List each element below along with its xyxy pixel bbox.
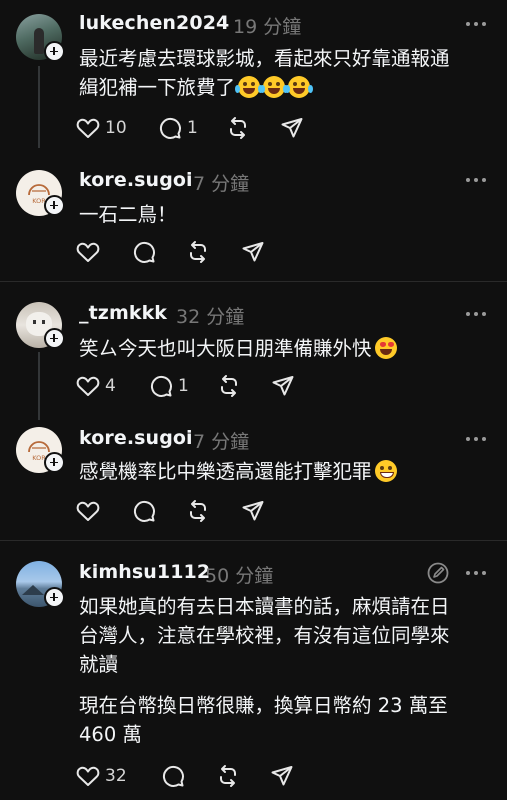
like-count: 10: [105, 118, 127, 138]
repost-icon: [230, 117, 246, 139]
timestamp: 32 分鐘: [176, 306, 245, 328]
send-icon: [242, 242, 264, 262]
share-button[interactable]: [241, 239, 265, 265]
comment-icon: [150, 375, 172, 397]
comment-icon: [162, 765, 184, 787]
repost-icon: [190, 241, 206, 263]
reply-button[interactable]: [132, 239, 156, 265]
action-bar: [76, 498, 276, 524]
post-kore-sugoi-reply-2: KOR kore.sugoi 7 分鐘 感覺機率比中樂透高還能打擊犯罪: [0, 420, 507, 540]
follow-plus-icon[interactable]: [44, 328, 65, 349]
post-text-content: 感覺機率比中樂透高還能打擊犯罪: [79, 460, 372, 483]
like-count: 32: [105, 766, 127, 786]
comment-icon: [159, 117, 181, 139]
repost-button[interactable]: [186, 239, 210, 265]
follow-plus-icon[interactable]: [44, 452, 65, 473]
repost-button[interactable]: [186, 498, 210, 524]
post-text: 如果她真的有去日本讀書的話，麻煩請在日 台灣人，注意在學校裡，有沒有這位同學來 …: [79, 595, 450, 676]
send-icon: [272, 376, 294, 396]
like-button[interactable]: 32: [76, 763, 127, 789]
repost-button[interactable]: [217, 373, 241, 399]
post-kore-sugoi-reply-1: KOR kore.sugoi 7 分鐘 一石二鳥！: [0, 160, 507, 280]
comment-icon: [133, 500, 155, 522]
emoji-heart-eyes: [374, 337, 397, 359]
action-bar: 10 1: [76, 115, 316, 141]
more-icon[interactable]: [466, 571, 488, 577]
thread-line: [38, 352, 40, 420]
heart-icon: [76, 376, 100, 396]
post-text: 最近考慮去環球影城，看起來只好靠通報通 緝犯補一下旅費了: [79, 44, 494, 102]
like-button[interactable]: 4: [76, 373, 116, 399]
more-icon[interactable]: [466, 437, 488, 443]
action-bar: 32: [76, 763, 306, 789]
action-bar: [76, 239, 276, 265]
username[interactable]: kimhsu1112: [79, 561, 210, 583]
emoji-grin: [374, 460, 397, 482]
more-icon[interactable]: [466, 178, 488, 184]
post-tzmkkk: _tzmkkk 32 分鐘 笑ㄙ今天也叫大阪日朋準備賺外快 4 1: [0, 282, 507, 422]
reply-button[interactable]: [161, 763, 185, 789]
send-icon: [242, 501, 264, 521]
repost-icon: [221, 375, 237, 397]
follow-plus-icon[interactable]: [44, 195, 65, 216]
username[interactable]: lukechen2024: [79, 12, 229, 34]
share-button[interactable]: [270, 763, 294, 789]
more-icon[interactable]: [466, 312, 488, 318]
post-text-content: 笑ㄙ今天也叫大阪日朋準備賺外快: [79, 337, 372, 360]
repost-button[interactable]: [226, 115, 250, 141]
follow-plus-icon[interactable]: [44, 587, 65, 608]
action-bar: 4 1: [76, 373, 306, 399]
reply-button[interactable]: 1: [149, 373, 189, 399]
reply-button[interactable]: 1: [158, 115, 198, 141]
timestamp: 7 分鐘: [193, 173, 250, 195]
like-button[interactable]: [76, 498, 100, 524]
timestamp: 19 分鐘: [233, 16, 302, 38]
post-text: 一石二鳥！: [79, 203, 177, 226]
share-button[interactable]: [241, 498, 265, 524]
reply-count: 1: [187, 118, 198, 138]
share-button[interactable]: [271, 373, 295, 399]
send-icon: [281, 118, 303, 138]
emoji-laugh-tears: [235, 76, 264, 98]
heart-icon: [76, 766, 100, 786]
follow-plus-icon[interactable]: [44, 41, 65, 62]
repost-icon: [220, 765, 236, 787]
username[interactable]: _tzmkkk: [79, 302, 167, 324]
heart-icon: [76, 501, 100, 521]
post-text: 笑ㄙ今天也叫大阪日朋準備賺外快: [79, 334, 494, 363]
like-count: 4: [105, 376, 116, 396]
post-text-secondary: 現在台幣換日幣很賺，換算日幣約 23 萬至 460 萬: [79, 694, 448, 746]
more-icon[interactable]: [466, 22, 488, 28]
post-lukechen2024: lukechen2024 19 分鐘 最近考慮去環球影城，看起來只好靠通報通 緝…: [0, 0, 507, 160]
post-text: 感覺機率比中樂透高還能打擊犯罪: [79, 457, 494, 486]
share-button[interactable]: [280, 115, 304, 141]
timestamp: 50 分鐘: [205, 565, 274, 587]
username[interactable]: kore.sugoi: [79, 169, 193, 191]
like-button[interactable]: 10: [76, 115, 127, 141]
post-kimhsu1112: kimhsu1112 50 分鐘 如果她真的有去日本讀書的話，麻煩請在日 台灣人…: [0, 541, 507, 800]
emoji-laugh-tears: [260, 76, 289, 98]
like-button[interactable]: [76, 239, 100, 265]
timestamp: 7 分鐘: [193, 431, 250, 453]
comment-icon: [133, 241, 155, 263]
emoji-laugh-tears: [285, 76, 314, 98]
heart-icon: [76, 118, 100, 138]
reply-count: 1: [178, 376, 189, 396]
thread-line: [38, 66, 40, 148]
edit-icon[interactable]: [426, 561, 450, 585]
repost-icon: [190, 500, 206, 522]
send-icon: [271, 766, 293, 786]
heart-icon: [76, 242, 100, 262]
repost-button[interactable]: [216, 763, 240, 789]
username[interactable]: kore.sugoi: [79, 427, 193, 449]
reply-button[interactable]: [132, 498, 156, 524]
